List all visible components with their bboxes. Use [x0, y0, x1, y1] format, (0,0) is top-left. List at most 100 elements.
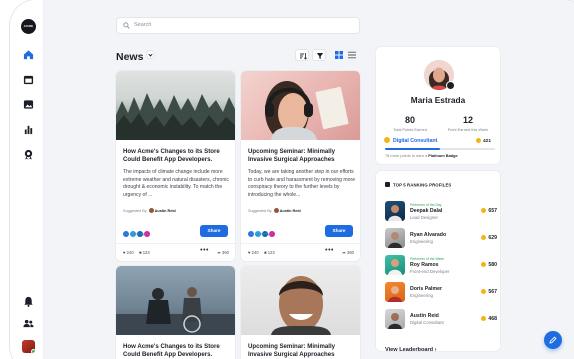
ranking-name: Deepak Dalal — [410, 208, 443, 214]
view-leaderboard-link[interactable]: View Leaderboard › — [385, 347, 437, 353]
list-view-button[interactable] — [345, 49, 359, 61]
ranking-item[interactable]: Performer of the Day Deepak Dalal Lead D… — [385, 201, 497, 223]
level-progress-bar — [385, 148, 495, 150]
compose-button[interactable] — [544, 331, 562, 349]
news-card[interactable]: Upcoming Seminar: Minimally Invasive Sur… — [241, 71, 360, 261]
list-icon — [348, 51, 356, 59]
grid-view-button[interactable] — [332, 49, 346, 61]
chevron-right-icon: › — [434, 347, 437, 353]
stat-total-points: 80 Total Points Earned — [385, 115, 435, 132]
current-user-avatar[interactable] — [22, 340, 35, 353]
home-icon[interactable] — [23, 49, 34, 60]
card-title[interactable]: Upcoming Seminar: Minimally Invasive Sur… — [248, 148, 354, 164]
sort-button[interactable] — [295, 49, 309, 61]
share-button[interactable]: Share — [200, 225, 228, 237]
chart-icon[interactable] — [23, 124, 34, 135]
suggested-label: Suggested By — [123, 209, 147, 213]
shares-count[interactable]: ➦ 360 — [217, 250, 229, 255]
card-title[interactable]: How Acme's Changes to its Store Could Be… — [123, 148, 229, 164]
next-badge-hint: 78 more points to earn a Platinum Badge — [385, 153, 458, 158]
comments-count[interactable]: ■ 123 — [139, 250, 150, 255]
points-balance: 421 — [475, 138, 491, 144]
ranking-score-value: 468 — [488, 316, 497, 322]
card-image-portrait — [241, 266, 360, 335]
coin-icon — [481, 262, 487, 267]
ranking-item[interactable]: Performer of the Week Roy Ramos Front-en… — [385, 255, 497, 277]
ranking-item[interactable]: Ryan Alvarado Engineering 629 — [385, 228, 497, 250]
ranking-name: Roy Ramos — [410, 262, 439, 268]
stat-label: Total Points Earned — [393, 127, 427, 132]
coin-icon — [481, 235, 487, 240]
news-card[interactable]: How Acme's Changes to its Store Could Be… — [116, 71, 235, 261]
grid-icon — [335, 51, 343, 59]
card-footer: ♥ 240 ■ 123 ••• ➦ 360 — [116, 243, 235, 260]
ranking-item[interactable]: Doris Palmer Engineering 567 — [385, 282, 497, 304]
ranking-role: Engineering — [410, 293, 433, 298]
stat-value: 80 — [404, 115, 415, 125]
hint-badge: Platinum Badge — [428, 153, 458, 158]
search-input[interactable]: Search — [134, 22, 151, 28]
coin-icon — [481, 316, 487, 321]
coin-icon — [481, 289, 487, 294]
page-title-text: News — [116, 51, 144, 63]
more-options-icon[interactable]: ••• — [200, 247, 209, 254]
ranking-item[interactable]: Austin Reid Digital Consultant 468 — [385, 309, 497, 331]
hint-text: 78 more points to earn a — [385, 153, 428, 158]
likes-count[interactable]: ♥ 240 — [248, 250, 259, 255]
search-bar[interactable]: Search — [116, 17, 360, 34]
ranking-score-value: 629 — [488, 235, 497, 241]
coin-icon — [481, 208, 487, 213]
ranking-score: 567 — [481, 289, 497, 295]
more-options-icon[interactable]: ••• — [325, 247, 334, 254]
author-name[interactable]: Austin Reid — [155, 209, 176, 213]
verified-badge-icon — [446, 81, 455, 90]
author-name[interactable]: Austin Reid — [280, 209, 301, 213]
ranking-avatar — [385, 255, 405, 275]
ranking-score: 657 — [481, 208, 497, 214]
bell-icon[interactable] — [23, 296, 34, 307]
stat-label: Point Earned this Week — [447, 127, 489, 132]
image-icon[interactable] — [23, 99, 34, 110]
nav-rail: ACME — [10, 0, 44, 359]
card-title[interactable]: How Acme's Changes to its Store Could Be… — [123, 343, 229, 359]
card-title[interactable]: Upcoming Seminar: Minimally Invasive Sur… — [248, 343, 354, 359]
filter-button[interactable] — [312, 49, 326, 61]
ranking-score-value: 567 — [488, 289, 497, 295]
profile-card: Maria Estrada 80 Total Points Earned 12 Po… — [376, 47, 500, 164]
view-leaderboard-label: View Leaderboard — [385, 347, 434, 353]
award-icon[interactable] — [23, 149, 34, 160]
comments-value: 123 — [267, 250, 275, 255]
ranking-role: Digital Consultant — [410, 320, 444, 325]
chevron-down-icon[interactable] — [146, 50, 156, 59]
ranking-tag: Performer of the Day — [410, 203, 442, 207]
share-channels — [248, 224, 276, 237]
card-body: Today, we are taking another step in our… — [248, 169, 356, 198]
calendar-icon[interactable] — [23, 74, 34, 85]
level-badge: Digital Consultant — [384, 137, 437, 144]
card-image-headphones — [241, 71, 360, 140]
news-card[interactable]: Upcoming Seminar: Minimally Invasive Sur… — [241, 266, 360, 359]
shares-count[interactable]: ➦ 360 — [342, 250, 354, 255]
comments-count[interactable]: ■ 123 — [264, 250, 275, 255]
online-status-dot — [31, 349, 35, 353]
coin-icon — [475, 138, 481, 143]
edit-icon — [549, 336, 557, 344]
medal-icon — [384, 137, 390, 143]
brand-logo[interactable]: ACME — [21, 19, 36, 34]
likes-count[interactable]: ♥ 240 — [123, 250, 134, 255]
stat-week-points: 12 Point Earned this Week — [443, 115, 493, 132]
share-status: Not shared yet — [248, 232, 273, 236]
ranking-name: Ryan Alvarado — [410, 232, 447, 238]
ranking-role: Front-end Developer — [410, 269, 450, 274]
ranking-heading-text: TOP 5 RANKING PROFILES — [393, 182, 452, 188]
shares-value: 360 — [347, 250, 354, 255]
news-card[interactable]: How Acme's Changes to its Store Could Be… — [116, 266, 235, 359]
share-status: Not shared yet — [123, 232, 148, 236]
card-image-wheelchair — [116, 266, 235, 335]
card-body: The impacts of climate change include mo… — [123, 169, 229, 198]
ranking-score-value: 657 — [488, 208, 497, 214]
suggested-by: Suggested By Austin Reid — [248, 208, 301, 213]
ranking-score: 629 — [481, 235, 497, 241]
users-icon[interactable] — [23, 318, 34, 329]
share-button[interactable]: Share — [325, 225, 353, 237]
